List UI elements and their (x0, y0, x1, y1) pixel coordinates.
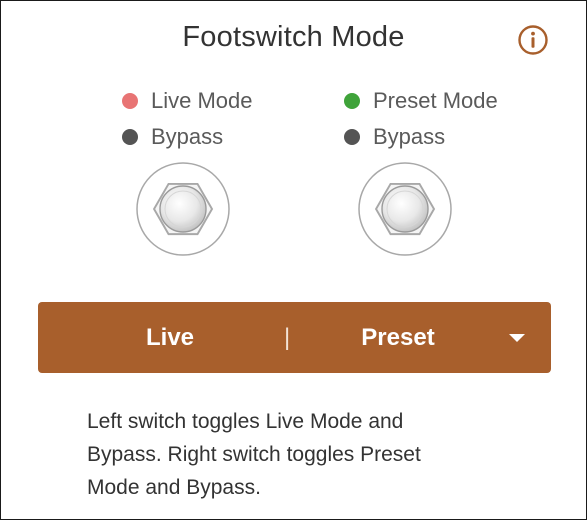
legend-item-bypass: Bypass (344, 121, 498, 153)
legend-label: Bypass (151, 124, 224, 149)
legend-item-preset-mode: Preset Mode (344, 85, 498, 117)
legend-item-live-mode: Live Mode (122, 85, 253, 117)
right-footswitch[interactable] (357, 161, 453, 257)
legend-label: Live Mode (151, 88, 253, 113)
footswitch-mode-panel: Footswitch Mode Live Mode Bypass Preset … (0, 0, 587, 520)
legend-item-bypass: Bypass (122, 121, 253, 153)
mode-description: Left switch toggles Live Mode and Bypass… (87, 410, 421, 499)
preset-mode-led-dot (344, 93, 360, 109)
mode-selector-bar[interactable]: Live | Preset (38, 302, 551, 373)
info-circle-icon (518, 25, 548, 55)
page-title: Footswitch Mode (182, 21, 405, 53)
mode-dropdown-button[interactable] (504, 326, 530, 350)
mode-separator: | (284, 324, 291, 351)
bypass-led-dot (122, 129, 138, 145)
footswitch-icon (136, 162, 230, 256)
left-switch-legend: Live Mode Bypass (122, 85, 253, 157)
caret-down-icon (509, 334, 525, 342)
live-mode-led-dot (122, 93, 138, 109)
left-footswitch[interactable] (135, 161, 231, 257)
legend-label: Preset Mode (373, 88, 498, 113)
right-switch-legend: Preset Mode Bypass (344, 85, 498, 157)
info-button[interactable] (518, 25, 548, 55)
live-mode-option[interactable]: Live (110, 302, 230, 373)
footswitch-icon (358, 162, 452, 256)
bypass-led-dot (344, 129, 360, 145)
legend-label: Bypass (373, 124, 446, 149)
preset-mode-option[interactable]: Preset (338, 302, 458, 373)
